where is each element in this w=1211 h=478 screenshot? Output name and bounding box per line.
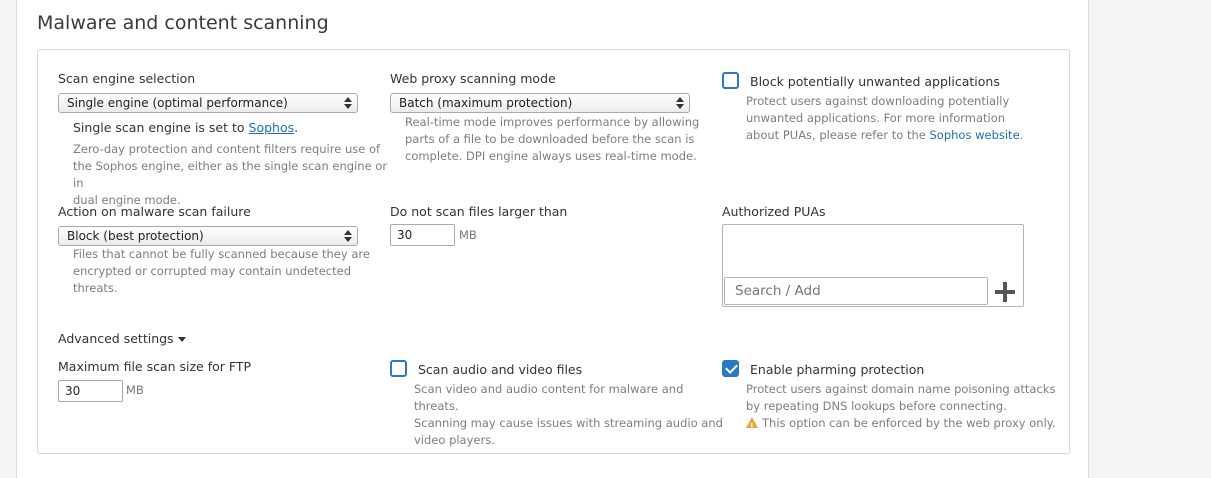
- scan-engine-status-prefix: Single scan engine is set to: [73, 120, 249, 135]
- warning-icon: [746, 417, 758, 435]
- scan-engine-help: Zero-day protection and content filters …: [73, 141, 393, 209]
- add-pua-plus-icon[interactable]: [990, 278, 1021, 305]
- pharming-warning: This option can be enforced by the web p…: [746, 415, 1056, 435]
- advanced-settings-toggle[interactable]: Advanced settings: [58, 331, 186, 346]
- help-line: video players.: [414, 433, 495, 447]
- block-pua-checkbox[interactable]: [722, 72, 739, 89]
- scan-engine-status: Single scan engine is set to Sophos.: [73, 120, 298, 135]
- help-line: Protect users against domain name poison…: [746, 382, 1056, 396]
- scan-audio-video-checkbox[interactable]: [390, 360, 407, 377]
- help-line: by repeating DNS lookups before connecti…: [746, 399, 1007, 413]
- failure-action-label: Action on malware scan failure: [58, 204, 251, 219]
- caret-down-icon: [177, 337, 186, 342]
- help-line: Zero-day protection and content filters …: [73, 142, 381, 156]
- help-line: the Sophos engine, either as the single …: [73, 159, 388, 190]
- help-line: about PUAs, please refer to the Sophos w…: [746, 127, 1046, 144]
- block-pua-help: Protect users against downloading potent…: [746, 93, 1046, 144]
- help-line: Scanning may cause issues with streaming…: [414, 416, 723, 430]
- select-arrows-icon: [676, 96, 684, 110]
- sophos-website-link[interactable]: Sophos website: [929, 128, 1019, 142]
- max-size-label: Do not scan files larger than: [390, 204, 568, 219]
- help-line: parts of a file to be downloaded before …: [405, 132, 695, 146]
- proxy-mode-label: Web proxy scanning mode: [390, 71, 556, 86]
- ftp-size-input[interactable]: [58, 380, 123, 402]
- scanning-panel: Scan engine selection Single engine (opt…: [37, 49, 1070, 454]
- proxy-mode-help: Real-time mode improves performance by a…: [405, 114, 705, 165]
- scan-engine-selected: Single engine (optimal performance): [67, 96, 288, 110]
- scan-audio-video-label: Scan audio and video files: [418, 362, 583, 377]
- scan-audio-video-help: Scan video and audio content for malware…: [414, 381, 724, 449]
- proxy-mode-select[interactable]: Batch (maximum protection): [390, 93, 690, 113]
- max-size-unit: MB: [459, 228, 477, 242]
- pharming-protection-checkbox[interactable]: [722, 360, 739, 377]
- authorized-puas-label: Authorized PUAs: [722, 204, 826, 219]
- select-arrows-icon: [344, 96, 352, 110]
- pharming-protection-help: Protect users against domain name poison…: [746, 381, 1056, 435]
- pua-search-input[interactable]: [724, 277, 988, 305]
- ftp-size-unit: MB: [126, 383, 144, 397]
- authorized-puas-list[interactable]: [722, 224, 1024, 307]
- help-text: .: [1019, 128, 1024, 142]
- proxy-mode-selected: Batch (maximum protection): [399, 96, 573, 110]
- scan-engine-select[interactable]: Single engine (optimal performance): [58, 93, 358, 113]
- block-pua-label: Block potentially unwanted applications: [750, 74, 1000, 89]
- help-line: unwanted applications. For more informat…: [746, 111, 1006, 125]
- help-line: complete. DPI engine always uses real-ti…: [405, 149, 697, 163]
- failure-action-select[interactable]: Block (best protection): [58, 226, 358, 246]
- advanced-settings-label: Advanced settings: [58, 331, 174, 346]
- help-line: encrypted or corrupted may contain undet…: [73, 264, 352, 295]
- failure-action-help: Files that cannot be fully scanned becau…: [73, 246, 393, 297]
- ftp-size-label: Maximum file scan size for FTP: [58, 359, 252, 374]
- help-line: Real-time mode improves performance by a…: [405, 115, 700, 129]
- select-arrows-icon: [344, 229, 352, 243]
- pharming-protection-label: Enable pharming protection: [750, 362, 925, 377]
- scan-engine-status-suffix: .: [294, 120, 299, 135]
- help-line: Scan video and audio content for malware…: [414, 382, 684, 413]
- section-title: Malware and content scanning: [37, 12, 329, 34]
- warning-text: This option can be enforced by the web p…: [762, 416, 1056, 430]
- help-line: Protect users against downloading potent…: [746, 94, 1010, 108]
- help-text: about PUAs, please refer to the: [746, 128, 930, 142]
- sophos-engine-link[interactable]: Sophos: [249, 120, 295, 135]
- max-size-input[interactable]: [390, 224, 455, 246]
- scan-engine-label: Scan engine selection: [58, 71, 196, 86]
- failure-action-selected: Block (best protection): [67, 229, 204, 243]
- main-content: Malware and content scanning Scan engine…: [16, 0, 1089, 478]
- help-line: Files that cannot be fully scanned becau…: [73, 247, 370, 261]
